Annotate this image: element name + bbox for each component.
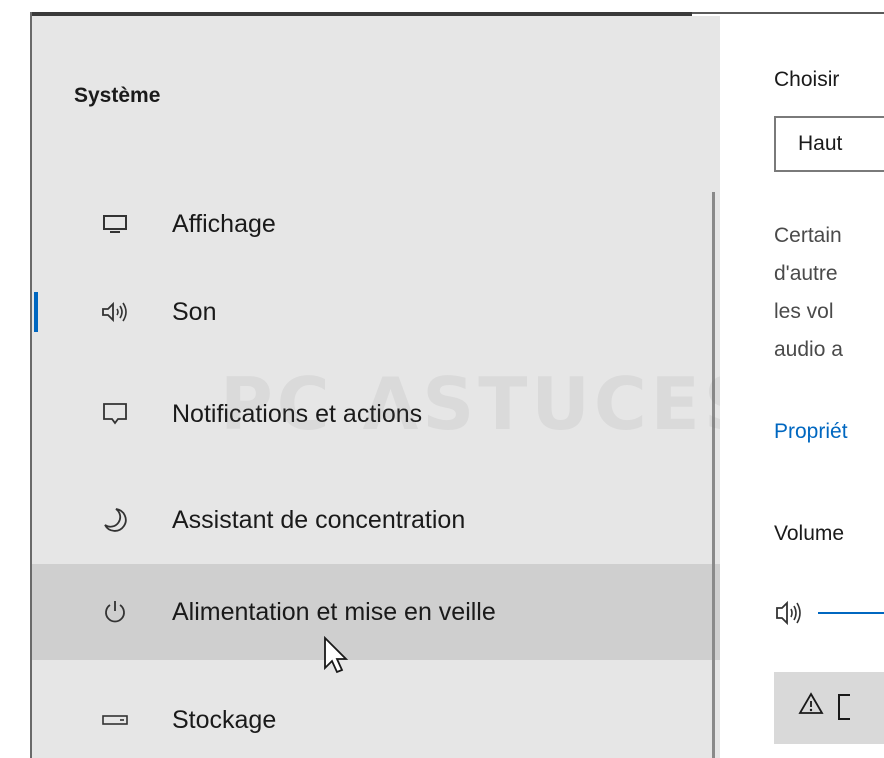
sidebar-item-label: Alimentation et mise en veille — [172, 597, 496, 626]
sidebar-item-label: Assistant de concentration — [172, 505, 466, 534]
window-left-edge — [30, 12, 32, 758]
moon-icon — [100, 505, 130, 535]
sidebar-item-label: Son — [172, 297, 217, 326]
description-line-3: les vol — [774, 300, 834, 323]
properties-link[interactable]: Propriét — [774, 420, 848, 444]
storage-icon — [100, 705, 130, 735]
troubleshoot-label-fragment — [838, 694, 850, 720]
choose-label: Choisir — [774, 68, 840, 91]
sidebar-item-stockage[interactable]: Stockage — [32, 672, 752, 758]
speaker-icon — [774, 596, 814, 630]
sidebar-scrollbar[interactable] — [712, 192, 715, 758]
settings-sidebar: Système Affichage Son Notifications et a… — [32, 16, 752, 758]
sidebar-item-alimentation[interactable]: Alimentation et mise en veille — [32, 564, 752, 660]
sidebar-title: Système — [74, 84, 161, 107]
description-line-4: audio a — [774, 338, 843, 361]
output-device-dropdown[interactable]: Haut — [774, 116, 884, 172]
display-icon — [100, 209, 130, 239]
sidebar-item-label: Affichage — [172, 209, 276, 238]
speaker-icon — [100, 297, 130, 327]
power-icon — [100, 597, 130, 627]
volume-slider[interactable] — [818, 612, 884, 614]
description-line-2: d'autre — [774, 262, 838, 285]
troubleshoot-button[interactable] — [774, 672, 884, 744]
sidebar-item-concentration[interactable]: Assistant de concentration — [32, 472, 752, 568]
window-top-edge-right — [692, 12, 884, 14]
sidebar-item-label: Notifications et actions — [172, 399, 423, 428]
volume-slider-row — [774, 596, 884, 630]
dropdown-value: Haut — [798, 132, 843, 155]
sidebar-item-notifications[interactable]: Notifications et actions — [32, 366, 752, 462]
description-line-1: Certain — [774, 224, 842, 247]
notification-icon — [100, 399, 130, 429]
sidebar-item-label: Stockage — [172, 705, 277, 734]
content-pane: Choisir Haut Certain d'autre les vol aud… — [720, 16, 884, 758]
sidebar-item-son[interactable]: Son — [32, 264, 752, 360]
mouse-cursor-icon — [322, 636, 352, 676]
volume-label: Volume — [774, 522, 845, 545]
sidebar-item-affichage[interactable]: Affichage — [32, 176, 752, 272]
settings-window: Système Affichage Son Notifications et a… — [0, 0, 884, 758]
active-indicator — [34, 292, 38, 332]
warning-icon — [798, 692, 824, 716]
